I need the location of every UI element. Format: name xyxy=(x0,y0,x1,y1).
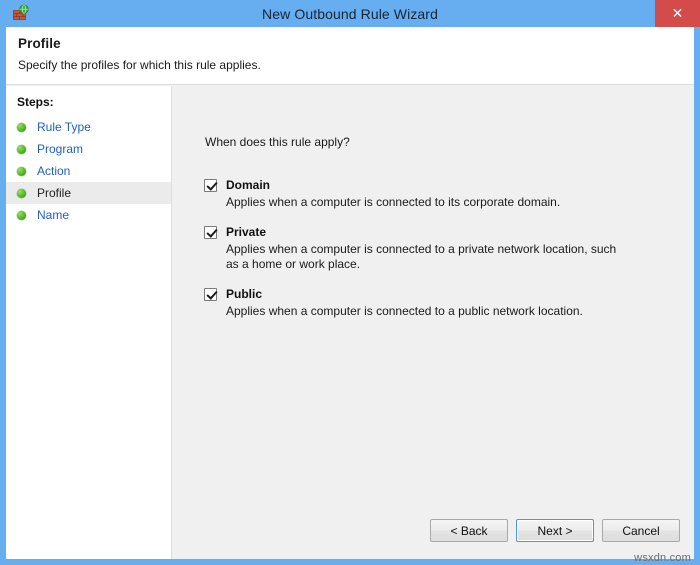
cancel-button[interactable]: Cancel xyxy=(602,519,680,542)
window-title: New Outbound Rule Wizard xyxy=(262,5,438,22)
steps-label: Steps: xyxy=(17,95,54,109)
green-bullet-icon xyxy=(17,144,26,154)
domain-label: Domain xyxy=(226,178,271,192)
domain-description: Applies when a computer is connected to … xyxy=(226,195,561,209)
step-list: Rule Type Program Action Profile Name xyxy=(6,116,171,226)
profile-options-group: Domain Applies when a computer is connec… xyxy=(173,149,694,319)
sidebar-item-label: Name xyxy=(37,208,70,222)
public-checkbox[interactable] xyxy=(204,287,217,301)
private-checkbox[interactable] xyxy=(204,225,217,239)
green-bullet-icon xyxy=(17,166,26,176)
sidebar-item-rule-type[interactable]: Rule Type xyxy=(6,116,171,138)
wizard-window: New Outbound Rule Wizard ✕ Profile Speci… xyxy=(0,0,700,565)
next-button[interactable]: Next > xyxy=(516,519,594,542)
watermark: wsxdn.com xyxy=(634,552,691,564)
private-description: Applies when a computer is connected to … xyxy=(226,242,617,271)
back-button[interactable]: < Back xyxy=(430,519,508,542)
green-bullet-icon xyxy=(17,122,26,132)
page-header: Profile Specify the profiles for which t… xyxy=(6,27,694,85)
steps-sidebar: Steps: Rule Type Program Action Profile xyxy=(6,86,172,559)
checkbox-row-domain[interactable]: Domain xyxy=(204,178,694,192)
sidebar-item-label: Rule Type xyxy=(37,120,91,134)
sidebar-item-label: Program xyxy=(37,142,84,156)
page-subtitle: Specify the profiles for which this rule… xyxy=(18,58,261,72)
domain-checkbox[interactable] xyxy=(204,178,217,192)
page-title: Profile xyxy=(18,36,61,51)
sidebar-item-action[interactable]: Action xyxy=(6,160,171,182)
public-description: Applies when a computer is connected to … xyxy=(226,304,583,318)
sidebar-item-label: Profile xyxy=(37,186,72,200)
button-bar: < Back Next > Cancel xyxy=(430,519,680,542)
private-label: Private xyxy=(226,225,267,239)
sidebar-item-name[interactable]: Name xyxy=(6,204,171,226)
checkbox-row-public[interactable]: Public xyxy=(204,287,694,301)
sidebar-item-program[interactable]: Program xyxy=(6,138,171,160)
green-bullet-icon xyxy=(17,210,26,220)
firewall-shield-icon xyxy=(12,4,30,22)
title-bar: New Outbound Rule Wizard ✕ xyxy=(6,0,700,27)
close-button[interactable]: ✕ xyxy=(655,0,700,27)
green-bullet-icon xyxy=(17,188,26,198)
client-area: Profile Specify the profiles for which t… xyxy=(6,27,694,559)
sidebar-item-profile[interactable]: Profile xyxy=(6,182,171,204)
sidebar-item-label: Action xyxy=(37,164,71,178)
checkbox-row-private[interactable]: Private xyxy=(204,225,694,239)
public-label: Public xyxy=(226,287,263,301)
question-text: When does this rule apply? xyxy=(205,135,350,149)
main-pane: When does this rule apply? Domain Applie… xyxy=(173,86,694,559)
